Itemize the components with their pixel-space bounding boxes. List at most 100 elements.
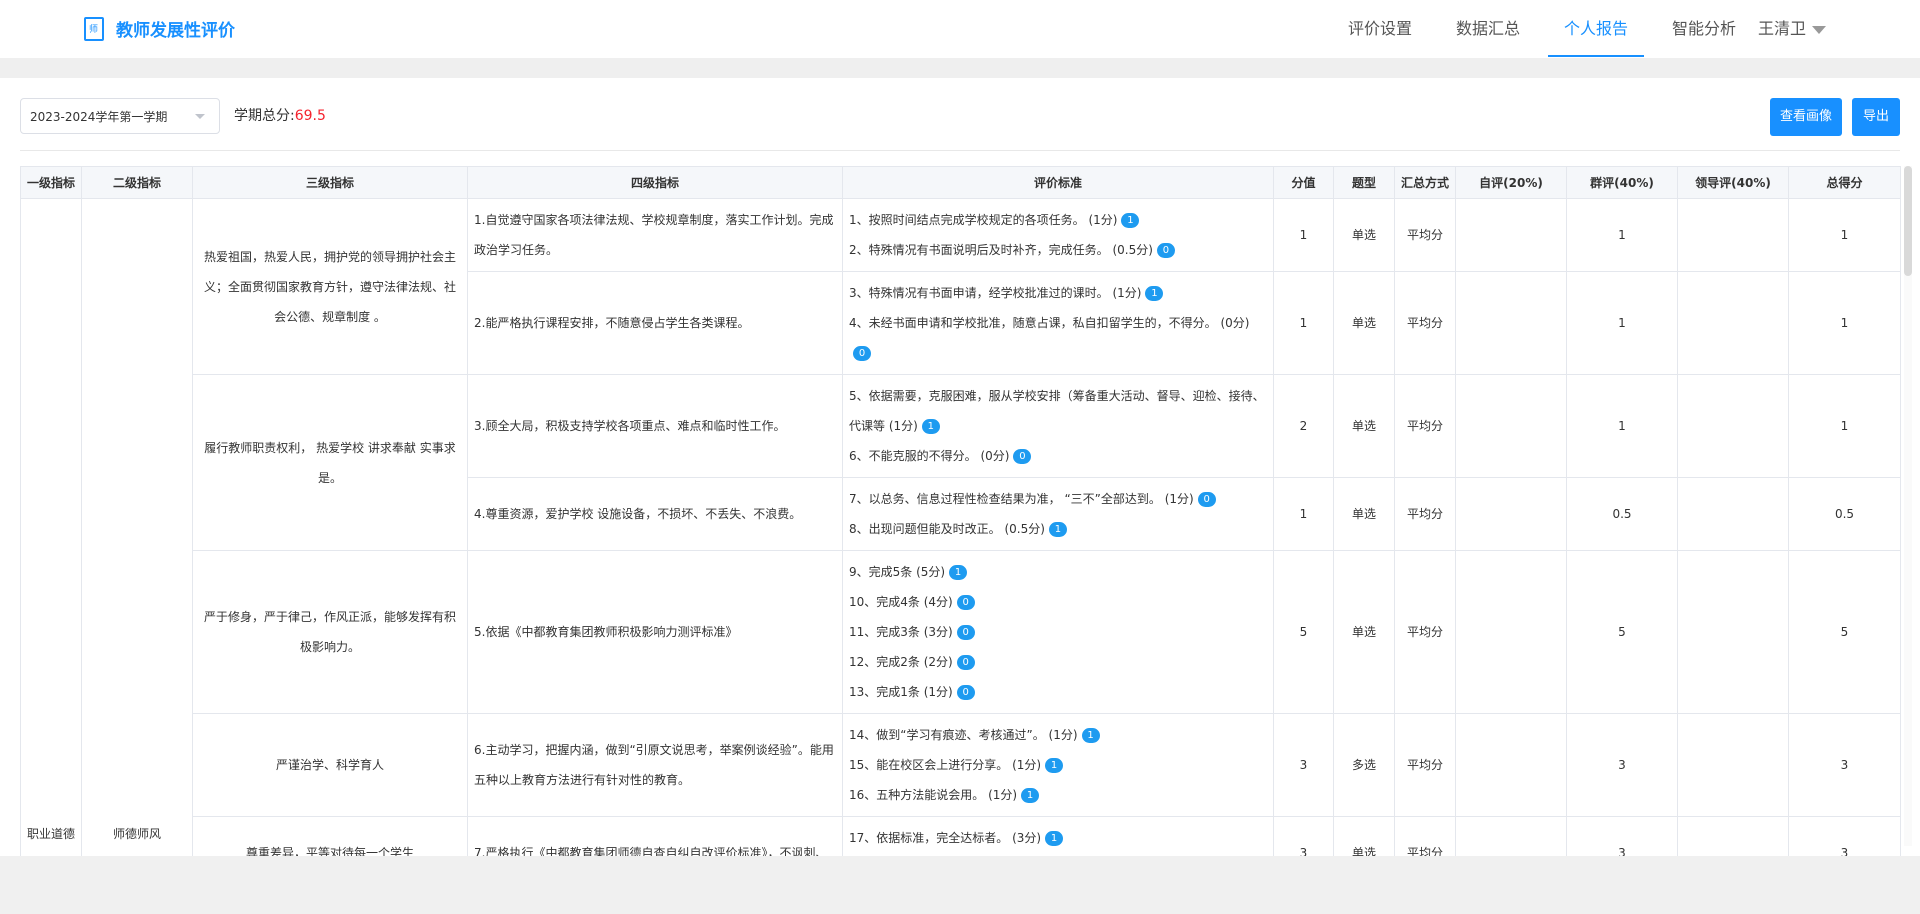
vote-count-badge: 1	[1048, 522, 1067, 537]
self-eval-cell	[1455, 198, 1567, 272]
method-cell: 平均分	[1394, 198, 1456, 272]
level4-cell: 2.能严格执行课程安排，不随意侵占学生各类课程。	[467, 271, 843, 375]
score-cell: 2	[1273, 374, 1334, 478]
user-menu[interactable]: 王清卫	[1758, 0, 1868, 58]
nav-data-summary[interactable]: 数据汇总	[1448, 0, 1528, 58]
criteria-cell: 1、按照时间结点完成学校规定的各项任务。 (1分) 1 2、特殊情况有书面说明后及时…	[842, 198, 1274, 272]
group-eval-cell: 3	[1566, 713, 1678, 817]
leader-eval-cell	[1677, 713, 1789, 817]
column-header: 自评(20%)	[1455, 166, 1567, 199]
leader-eval-cell	[1677, 816, 1789, 856]
vote-count-badge: 1	[1021, 788, 1040, 803]
method-cell: 平均分	[1394, 374, 1456, 478]
nav-eval-settings[interactable]: 评价设置	[1340, 0, 1420, 58]
group-eval-cell: 1	[1566, 271, 1678, 375]
type-cell: 单选	[1333, 374, 1395, 478]
criteria-cell: 17、依据标准，完全达标者。 (3分)118、凡有“讽刺、挖苦、歧视学生、体罚或…	[842, 816, 1274, 856]
leader-eval-cell	[1677, 198, 1789, 272]
criteria-item: 1、按照时间结点完成学校规定的各项任务。 (1分) 1	[849, 205, 1267, 235]
total-score-cell: 1	[1788, 271, 1901, 375]
level2-cell: 师德师风	[81, 198, 193, 856]
criteria-item: 5、依据需要，克服困难，服从学校安排（筹备重大活动、督导、迎检、接待、代课等 (…	[849, 389, 1265, 434]
score-cell: 1	[1273, 271, 1334, 375]
criteria-item: 17、依据标准，完全达标者。 (3分) 1	[849, 823, 1267, 853]
criteria-item: 12、完成2条 (2分) 0	[849, 647, 1267, 677]
type-cell: 单选	[1333, 198, 1395, 272]
criteria-item: 15、能在校区会上进行分享。 (1分) 1	[849, 750, 1267, 780]
total-score-cell: 5	[1788, 550, 1901, 714]
vote-count-badge: 1	[1081, 728, 1100, 743]
column-header: 领导评(40%)	[1677, 166, 1789, 199]
group-eval-cell: 1	[1566, 374, 1678, 478]
export-button[interactable]: 导出	[1852, 98, 1900, 136]
level3-cell: 严于修身，严于律己，作风正派，能够发挥有积极影响力。	[192, 550, 468, 714]
total-label: 学期总分:	[234, 108, 295, 124]
criteria-item: 13、完成1条 (1分) 0	[849, 677, 1267, 707]
score-cell: 1	[1273, 477, 1334, 551]
method-cell: 平均分	[1394, 271, 1456, 375]
self-eval-cell	[1455, 550, 1567, 714]
level1-cell: 职业道德	[20, 198, 82, 856]
score-cell: 1	[1273, 198, 1334, 272]
table-row: 严谨治学、科学育人 6.主动学习，把握内涵，做到“引原文说思考，举案例谈经验”。能…	[21, 713, 1901, 817]
method-cell: 平均分	[1394, 550, 1456, 714]
criteria-item: 11、完成3条 (3分) 0	[849, 617, 1267, 647]
semester-total: 学期总分:69.5	[234, 105, 326, 125]
column-header: 群评(40%)	[1566, 166, 1678, 199]
total-score-cell: 0.5	[1788, 477, 1901, 551]
vote-count-badge: 1	[921, 419, 940, 434]
total-score-cell: 3	[1788, 816, 1901, 856]
self-eval-cell	[1455, 374, 1567, 478]
criteria-item: 3、特殊情况有书面申请，经学校批准过的课时。 (1分) 1	[849, 278, 1267, 308]
vote-count-badge: 0	[1197, 492, 1216, 507]
column-header: 四级指标	[467, 166, 843, 199]
chevron-down-icon	[195, 114, 205, 119]
vote-count-badge: 1	[1045, 831, 1064, 846]
column-header: 题型	[1333, 166, 1395, 199]
vote-count-badge: 1	[1121, 213, 1140, 228]
total-score-cell: 1	[1788, 374, 1901, 478]
criteria-item: 4、未经书面申请和学校批准，随意占课，私自扣留学生的，不得分。 (0分)0	[849, 316, 1250, 361]
active-tab-indicator	[1548, 55, 1644, 57]
criteria-item: 9、完成5条 (5分) 1	[849, 557, 1267, 587]
header-gap	[0, 58, 1920, 78]
vote-count-badge: 0	[853, 346, 871, 361]
total-score-cell: 3	[1788, 713, 1901, 817]
app-title: 教师发展性评价	[116, 21, 235, 41]
semester-value: 2023-2024学年第一学期	[30, 110, 168, 124]
semester-select[interactable]: 2023-2024学年第一学期	[20, 98, 220, 134]
toolbar-divider	[20, 150, 1900, 151]
column-header: 一级指标	[20, 166, 82, 199]
level4-cell: 7.严格执行《中都教育集团师德自查自纠自改评价标准》，不讽刺、	[467, 816, 843, 856]
report-card: 2023-2024学年第一学期 学期总分:69.5 查看画像 导出 一级指标 二级…	[0, 78, 1920, 856]
type-cell: 单选	[1333, 477, 1395, 551]
table-row: 职业道德 师德师风 热爱祖国，热爱人民，拥护党的领导拥护社会主义；全面贯彻国家教育方…	[20, 198, 1901, 856]
brand[interactable]: 师 教师发展性评价	[84, 16, 235, 41]
group-eval-cell: 5	[1566, 550, 1678, 714]
group-eval-cell: 0.5	[1566, 477, 1678, 551]
vote-count-badge: 0	[956, 595, 975, 610]
nav-smart-analysis[interactable]: 智能分析	[1664, 0, 1744, 58]
criteria-item: 10、完成4条 (4分) 0	[849, 587, 1267, 617]
group-eval-cell: 3	[1566, 816, 1678, 856]
leader-eval-cell	[1677, 374, 1789, 478]
level4-cell: 6.主动学习，把握内涵，做到“引原文说思考，举案例谈经验”。能用五种以上教育方法…	[467, 713, 843, 817]
scrollbar-thumb[interactable]	[1904, 166, 1912, 276]
type-cell: 单选	[1333, 271, 1395, 375]
criteria-item: 2、特殊情况有书面说明后及时补齐，完成任务。 (0.5分) 0	[849, 235, 1267, 265]
nav-personal-report[interactable]: 个人报告	[1556, 0, 1636, 58]
method-cell: 平均分	[1394, 816, 1456, 856]
footer-gap	[0, 856, 1920, 914]
level4-cell: 1.自觉遵守国家各项法律法规、学校规章制度，落实工作计划。完成政治学习任务。	[467, 198, 843, 272]
book-icon: 师	[84, 16, 104, 41]
level3-cell: 尊重差异，平等对待每一个学生	[192, 816, 468, 856]
type-cell: 多选	[1333, 713, 1395, 817]
column-header: 总得分	[1788, 166, 1901, 199]
criteria-cell: 9、完成5条 (5分) 1 10、完成4条 (4分) 0 11、完成3条 (3分) 0 12…	[842, 550, 1274, 714]
table-row: 尊重差异，平等对待每一个学生 7.严格执行《中都教育集团师德自查自纠自改评价标准》…	[21, 816, 1901, 856]
criteria-cell: 5、依据需要，克服困难，服从学校安排（筹备重大活动、督导、迎检、接待、代课等 (…	[842, 374, 1274, 478]
level4-cell: 4.尊重资源，爱护学校 设施设备，不损坏、不丢失、不浪费。	[467, 477, 843, 551]
view-portrait-button[interactable]: 查看画像	[1770, 98, 1842, 136]
top-navbar: 师 教师发展性评价 评价设置 数据汇总 个人报告 智能分析 王清卫	[0, 0, 1920, 58]
group-eval-cell: 1	[1566, 198, 1678, 272]
